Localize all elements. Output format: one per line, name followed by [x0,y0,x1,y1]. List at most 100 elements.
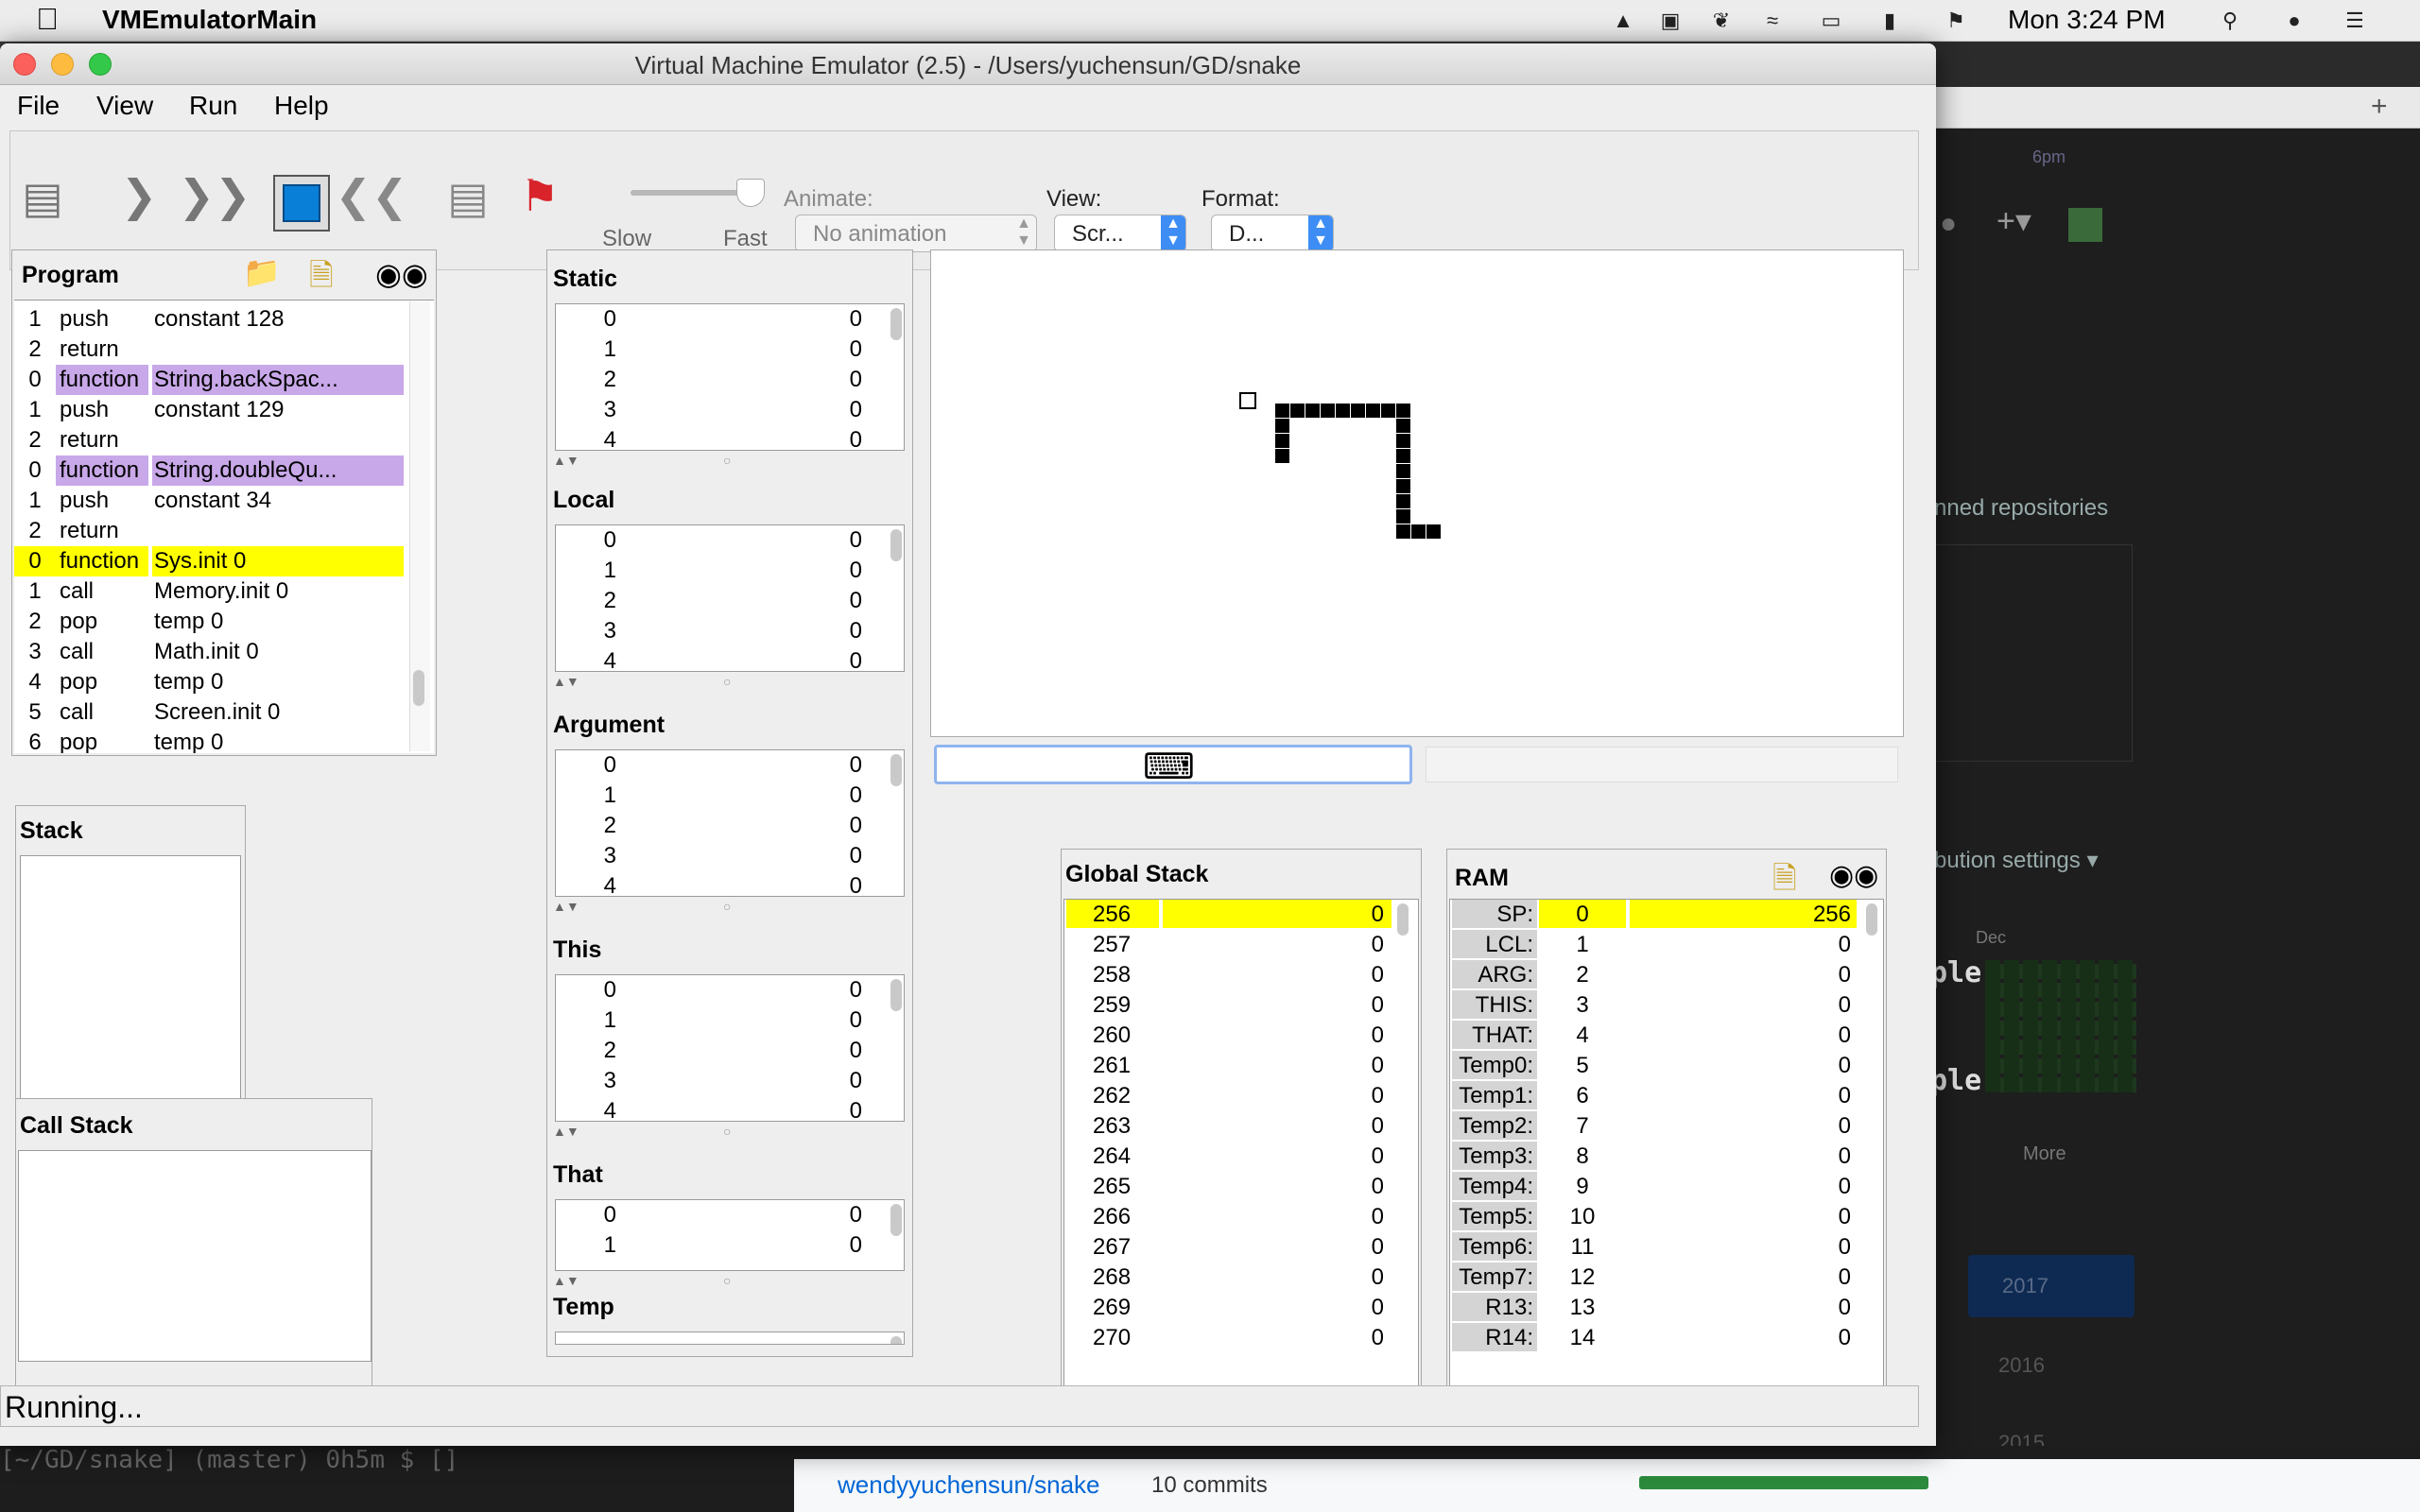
drive-icon[interactable]: ▲ [1609,8,1637,34]
resize-handle-icon[interactable]: ○ [723,1124,731,1139]
segment-list[interactable]: 0 0 1 0 [555,1199,905,1271]
siri-icon[interactable]: ● [2280,8,2308,34]
segment-scroll-thumb[interactable] [890,1204,902,1236]
reset-icon[interactable]: ❮❮ [335,167,407,224]
open-folder-icon[interactable]: 📁 [243,254,281,290]
plus-icon[interactable]: +▾ [1996,202,2031,240]
program-row[interactable]: 2 return [14,516,406,546]
ram-row[interactable]: Temp0: 5 0 [1450,1051,1857,1081]
segment-list[interactable]: 0 0 1 0 2 0 3 0 4 0 [555,524,905,672]
global-stack-row[interactable]: 261 0 [1064,1051,1392,1081]
program-row[interactable]: 2 return [14,425,406,455]
bell-icon[interactable]: ● [1940,208,1957,240]
resize-handle-icon[interactable]: ○ [723,899,731,914]
program-row[interactable]: 1 push constant 34 [14,486,406,516]
stack-list[interactable] [20,855,241,1108]
global-stack-row[interactable]: 266 0 [1064,1202,1392,1232]
program-row[interactable]: 3 call Math.init 0 [14,637,406,667]
program-row[interactable]: 0 function Sys.init 0 [14,546,406,576]
program-row[interactable]: 6 pop temp 0 [14,728,406,753]
program-row[interactable]: 0 function String.doubleQu... [14,455,406,486]
bg-more[interactable]: More [2023,1143,2066,1165]
ram-row[interactable]: LCL: 1 0 [1450,930,1857,960]
program-row[interactable]: 4 pop temp 0 [14,667,406,697]
call-stack-list[interactable] [18,1150,372,1362]
segment-scroll-thumb[interactable] [890,529,902,561]
view-select[interactable]: Scr... ▲ ▼ [1054,215,1186,252]
program-scroll-thumb[interactable] [413,670,424,706]
segment-scroll-thumb[interactable] [890,1336,902,1344]
global-stack-row[interactable]: 258 0 [1064,960,1392,990]
ram-row[interactable]: SP: 0 256 [1450,900,1857,930]
global-stack-row[interactable]: 263 0 [1064,1111,1392,1142]
new-file-icon[interactable]: 🗎 [309,254,334,305]
wifi-icon[interactable]: ≈ [1758,8,1787,34]
ram-row[interactable]: Temp5: 10 0 [1450,1202,1857,1232]
battery-icon[interactable]: ▮ [1876,8,1904,34]
global-stack-row[interactable]: 267 0 [1064,1232,1392,1263]
bg-year-2016[interactable]: 2016 [1998,1353,2045,1378]
program-row[interactable]: 5 call Screen.init 0 [14,697,406,728]
segment-list[interactable] [555,1332,905,1345]
list-icon[interactable]: ☰ [2341,8,2369,34]
window-icon[interactable]: ▣ [1656,8,1685,34]
scroll-arrows-icon[interactable]: ▲▼ [553,453,579,468]
stop-button[interactable] [273,175,330,232]
global-stack-row[interactable]: 260 0 [1064,1021,1392,1051]
ram-scroll-thumb[interactable] [1866,903,1877,936]
clock[interactable]: Mon 3:24 PM [2008,5,2166,35]
segment-list[interactable]: 0 0 1 0 2 0 3 0 4 0 [555,303,905,451]
program-row[interactable]: 2 return [14,335,406,365]
run-icon[interactable]: ❯❯ [178,167,251,224]
segment-scroll-thumb[interactable] [890,308,902,340]
menu-view[interactable]: View [96,91,153,121]
keyboard-input[interactable]: ⌨ [934,745,1412,787]
resize-handle-icon[interactable]: ○ [723,453,731,468]
evernote-icon[interactable]: ❦ [1707,8,1736,34]
breakpoints-icon[interactable]: ⚑ [511,167,568,224]
script-icon[interactable]: ▤ [440,169,496,226]
global-stack-row[interactable]: 265 0 [1064,1172,1392,1202]
program-row[interactable]: 2 pop temp 0 [14,607,406,637]
flag-icon[interactable]: ⚑ [1942,8,1970,34]
ram-row[interactable]: THAT: 4 0 [1450,1021,1857,1051]
ram-row[interactable]: Temp2: 7 0 [1450,1111,1857,1142]
ram-row[interactable]: Temp4: 9 0 [1450,1172,1857,1202]
load-program-icon[interactable]: ▤ [14,169,71,226]
global-stack-row[interactable]: 264 0 [1064,1142,1392,1172]
global-stack-list[interactable]: 256 0 257 0 258 0 259 0 260 0 261 0 262 0 263 0 264 0 265 0… [1063,899,1419,1396]
global-stack-row[interactable]: 262 0 [1064,1081,1392,1111]
segment-list[interactable]: 0 0 1 0 2 0 3 0 4 0 [555,974,905,1122]
global-stack-row[interactable]: 257 0 [1064,930,1392,960]
speed-slider-thumb[interactable] [736,179,765,207]
resize-handle-icon[interactable]: ○ [723,674,731,689]
global-stack-row[interactable]: 269 0 [1064,1293,1392,1323]
ram-row[interactable]: Temp1: 6 0 [1450,1081,1857,1111]
single-step-icon[interactable]: ❯ [111,167,167,224]
segment-scroll-thumb[interactable] [890,979,902,1011]
scroll-arrows-icon[interactable]: ▲▼ [553,1124,579,1139]
menu-file[interactable]: File [17,91,60,121]
airplay-icon[interactable]: ▭ [1817,8,1845,34]
binoculars-icon[interactable]: ◉◉ [375,256,428,292]
global-stack-row[interactable]: 268 0 [1064,1263,1392,1293]
ram-row[interactable]: Temp7: 12 0 [1450,1263,1857,1293]
ram-row[interactable]: Temp3: 8 0 [1450,1142,1857,1172]
search-icon[interactable]: ⚲ [2216,8,2244,34]
ram-row[interactable]: Temp6: 11 0 [1450,1232,1857,1263]
segment-scroll-thumb[interactable] [890,754,902,786]
ram-row[interactable]: R13: 13 0 [1450,1293,1857,1323]
segment-list[interactable]: 0 0 1 0 2 0 3 0 4 0 [555,749,905,897]
global-stack-scroll-thumb[interactable] [1397,903,1409,936]
repo-link[interactable]: wendyyuchensun/snake [838,1470,1100,1500]
binoculars-icon[interactable]: ◉◉ [1829,859,1878,892]
program-row[interactable]: 1 call Memory.init 0 [14,576,406,607]
program-row[interactable]: 0 function String.backSpac... [14,365,406,395]
global-stack-row[interactable]: 270 0 [1064,1323,1392,1353]
program-list[interactable]: 1 push constant 128 2 return 0 function String.… [14,300,434,753]
app-name[interactable]: VMEmulatorMain [102,5,317,35]
apple-icon[interactable]:  [36,2,59,37]
scroll-arrows-icon[interactable]: ▲▼ [553,899,579,914]
menu-help[interactable]: Help [274,91,329,121]
program-row[interactable]: 1 push constant 129 [14,395,406,425]
